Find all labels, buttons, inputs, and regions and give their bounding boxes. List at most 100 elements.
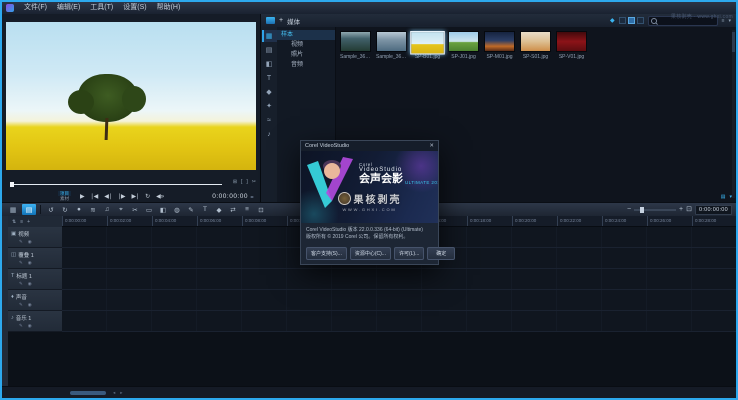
track-visibility-icon[interactable]: ◉ (28, 323, 32, 329)
track-lane[interactable] (62, 290, 736, 311)
track-visibility-icon[interactable]: ◉ (28, 260, 32, 266)
preview-viewport[interactable] (6, 22, 256, 170)
overlay-track[interactable]: ◫ 覆叠 1 ✎ ◉ (8, 248, 62, 269)
folder-tree-item[interactable]: 样本 (277, 30, 335, 40)
repeat-button[interactable]: ↻ (142, 193, 153, 200)
folder-tree-item[interactable]: 视频 (277, 40, 335, 50)
mask-creator-icon[interactable]: ◍ (171, 204, 183, 215)
dialog-close-icon[interactable]: ✕ (429, 143, 434, 149)
track-list-icon[interactable]: ≡ (20, 219, 23, 225)
scroll-left-icon[interactable]: ◂ (113, 390, 115, 396)
folder-tree-item[interactable]: 照片 (277, 50, 335, 60)
menu-item[interactable]: 设置(S) (118, 2, 151, 14)
chroma-key-icon[interactable]: ⊡ (255, 204, 267, 215)
import-media-icon[interactable]: ◆ (610, 17, 615, 24)
timeline-view-button[interactable]: ▤ (22, 204, 36, 215)
media-thumbnail[interactable]: SP-B01.jpg (412, 31, 443, 60)
zoom-out-icon[interactable]: − (627, 205, 631, 215)
timeline-zoom-slider[interactable] (634, 209, 676, 211)
zoom-slider-handle[interactable] (640, 207, 644, 213)
add-folder-button[interactable]: + (279, 16, 283, 26)
video-track[interactable]: ▣ 视频 ✎ ◉ (8, 227, 62, 248)
track-lane[interactable] (62, 269, 736, 290)
mark-in-icon[interactable]: [ (241, 178, 242, 186)
track-edit-icon[interactable]: ✎ (19, 323, 23, 329)
voice-track[interactable]: ♦ 声音 ✎ ◉ (8, 290, 62, 311)
enlarge-preview-icon[interactable]: ⊞ (233, 178, 237, 186)
track-swap-icon[interactable]: ⇅ (12, 219, 16, 225)
track-visibility-icon[interactable]: ◉ (28, 302, 32, 308)
record-capture-icon[interactable]: ● (73, 204, 85, 215)
undo-icon[interactable]: ↺ (45, 204, 57, 215)
media-thumbnail[interactable]: Sample_360v1.mp4 (340, 31, 371, 60)
painting-creator-icon[interactable]: ✎ (185, 204, 197, 215)
horizontal-scrollbar-thumb[interactable] (70, 391, 106, 395)
panel-collapse-icon[interactable]: ▾ (729, 194, 732, 200)
zoom-in-icon[interactable]: + (679, 205, 683, 215)
media-library-icon[interactable]: ▦ (262, 30, 277, 42)
split-clip-icon[interactable]: ✂ (129, 204, 141, 215)
motion-path-icon[interactable]: ≈ (262, 114, 277, 126)
auto-music-icon[interactable]: ♫ (101, 204, 113, 215)
multi-camera-icon[interactable]: ◧ (157, 204, 169, 215)
library-scrollbar[interactable] (732, 30, 735, 198)
dialog-button[interactable]: 许可(L)... (394, 247, 424, 260)
sound-icon[interactable]: ♪ (262, 128, 277, 140)
play-button[interactable]: ▶ (77, 193, 88, 200)
mark-out-icon[interactable]: ] (246, 178, 247, 186)
media-thumbnail[interactable]: Sample_360v2.mp4 (376, 31, 407, 60)
media-thumbnail[interactable]: SP-J01.jpg (448, 31, 479, 60)
timecode-spinner-icon[interactable]: ◂▸ (250, 194, 254, 199)
add-track-icon[interactable]: + (27, 219, 30, 225)
sound-mixer-icon[interactable]: ≋ (87, 204, 99, 215)
track-lane[interactable] (62, 311, 736, 332)
dialog-button[interactable]: 客户支持(S)... (306, 247, 347, 260)
system-volume-button[interactable]: ◀» (153, 193, 167, 200)
menu-item[interactable]: 工具(T) (85, 2, 118, 14)
cloud-sync-icon[interactable]: ▤ (721, 194, 726, 200)
media-thumbnail[interactable]: SP-S01.jpg (520, 31, 551, 60)
menu-item[interactable]: 编辑(E) (52, 2, 85, 14)
subtitle-editor-icon[interactable]: ▭ (143, 204, 155, 215)
filter-icon[interactable]: ✦ (262, 100, 277, 112)
track-visibility-icon[interactable]: ◉ (28, 281, 32, 287)
transition-icon[interactable]: ◧ (262, 58, 277, 70)
scrubber-handle[interactable] (10, 182, 14, 187)
fit-timeline-icon[interactable]: ⊡ (686, 205, 692, 215)
menu-item[interactable]: 文件(F) (19, 2, 52, 14)
view-large-thumbnails[interactable] (637, 17, 644, 24)
preview-mode[interactable]: 素材 (58, 196, 71, 202)
batch-convert-icon[interactable]: ⇄ (227, 204, 239, 215)
menu-item[interactable]: 帮助(H) (152, 2, 186, 14)
scroll-right-icon[interactable]: ▸ (120, 390, 122, 396)
track-edit-icon[interactable]: ✎ (19, 239, 23, 245)
home-button[interactable]: ∣◀ (88, 193, 102, 200)
title-track[interactable]: T 标题 1 ✎ ◉ (8, 269, 62, 290)
next-frame-button[interactable]: ∣▶ (115, 193, 129, 200)
track-edit-icon[interactable]: ✎ (19, 281, 23, 287)
preview-scrubber[interactable] (10, 182, 222, 187)
view-small-thumbnails[interactable] (619, 17, 626, 24)
3d-title-icon[interactable]: ◆ (213, 204, 225, 215)
instant-project-icon[interactable]: ▤ (262, 44, 277, 56)
view-medium-thumbnails[interactable] (628, 17, 635, 24)
track-manager-icon[interactable]: ≡ (241, 204, 253, 215)
speech-to-text-icon[interactable]: T (199, 204, 211, 215)
music-track[interactable]: ♪ 音乐 1 ✎ ◉ (8, 311, 62, 332)
storyboard-view-button[interactable]: ▦ (6, 204, 20, 215)
split-clip-icon[interactable]: ✂ (252, 178, 256, 186)
dialog-titlebar[interactable]: Corel VideoStudio ✕ (301, 141, 438, 151)
folder-tree-item[interactable]: 音频 (277, 60, 335, 70)
title-icon[interactable]: T (262, 72, 277, 84)
ok-button[interactable]: 确定 (427, 247, 455, 260)
motion-tracking-icon[interactable]: ⌖ (115, 204, 127, 215)
end-button[interactable]: ▶∣ (129, 193, 143, 200)
dialog-button[interactable]: 资源中心(C)... (350, 247, 391, 260)
redo-icon[interactable]: ↻ (59, 204, 71, 215)
media-thumbnail[interactable]: SP-V01.jpg (556, 31, 587, 60)
track-visibility-icon[interactable]: ◉ (28, 239, 32, 245)
track-edit-icon[interactable]: ✎ (19, 302, 23, 308)
previous-frame-button[interactable]: ◀∣ (101, 193, 115, 200)
graphic-icon[interactable]: ◆ (262, 86, 277, 98)
track-edit-icon[interactable]: ✎ (19, 260, 23, 266)
